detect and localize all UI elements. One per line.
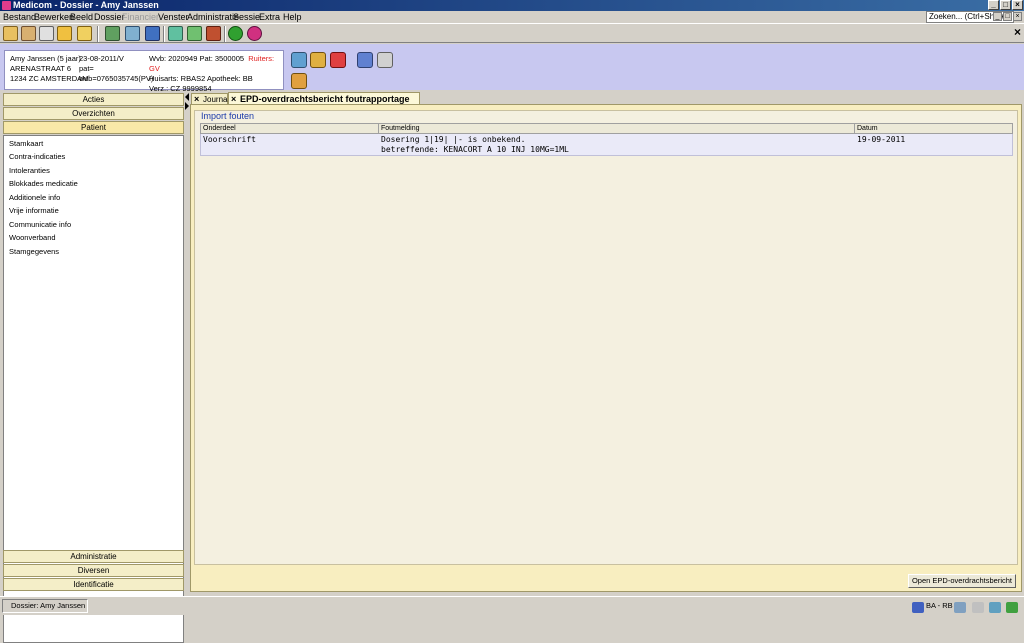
left-navigation: Acties Overzichten Patient Stamkaart Con… [3, 93, 184, 643]
notes-icon[interactable] [291, 73, 307, 89]
table-row[interactable]: Voorschrift Dosering 1|19| |- is onbeken… [200, 134, 1013, 156]
nav-link-communicatie-info[interactable]: Communicatie info [9, 220, 71, 230]
menu-help[interactable]: Help [283, 11, 302, 23]
family-icon[interactable] [310, 52, 326, 68]
minimize-button[interactable]: _ [988, 0, 999, 10]
person-icon[interactable] [377, 52, 393, 68]
toolbar-separator [97, 26, 99, 42]
patient-pat: pat= [79, 64, 94, 73]
user-icon[interactable] [912, 602, 924, 613]
patient-name: Amy Janssen (5 jaar) [10, 54, 81, 63]
column-header-foutmelding[interactable]: Foutmelding [379, 124, 855, 134]
open-dossier-icon[interactable] [3, 26, 18, 41]
content-panel: Import fouten Onderdeel Foutmelding Datu… [190, 104, 1022, 592]
expand-right-icon[interactable] [185, 102, 189, 110]
document-icon[interactable] [39, 26, 54, 41]
toolbar-separator [224, 26, 226, 42]
task-dossier-button[interactable]: Dossier: Amy Janssen [2, 599, 88, 613]
column-header-datum[interactable]: Datum [855, 124, 1013, 134]
tab-label: EPD-overdrachtsbericht foutrapportage [240, 94, 410, 104]
refresh-icon[interactable] [187, 26, 202, 41]
route-icon[interactable] [105, 26, 120, 41]
book-icon[interactable] [21, 26, 36, 41]
nav-link-stamgegevens[interactable]: Stamgegevens [9, 247, 59, 257]
menu-beeld[interactable]: Beeld [70, 11, 93, 23]
title-bar: Medicom - Dossier - Amy Janssen _ □ × [0, 0, 1024, 11]
mdi-close-button[interactable]: × [1013, 12, 1022, 21]
contacts-icon[interactable] [357, 52, 373, 68]
menu-bar: Bestand Bewerken Beeld Dossier Financien… [0, 11, 1024, 23]
nav-link-intoleranties[interactable]: Intoleranties [9, 166, 50, 176]
cell-foutmelding-line: Dosering 1|19| |- is onbekend. [381, 135, 526, 144]
mdi-minimize-button[interactable]: _ [993, 12, 1002, 21]
menu-administratie[interactable]: Administratie [187, 11, 239, 23]
users-icon[interactable] [145, 26, 160, 41]
nav-link-additionele-info[interactable]: Additionele info [9, 193, 60, 203]
nav-link-woonverband[interactable]: Woonverband [9, 233, 56, 243]
nav-bottom-group: Administratie Diversen Identificatie [3, 550, 184, 593]
window-title: Medicom - Dossier - Amy Janssen [13, 0, 159, 10]
column-header-onderdeel[interactable]: Onderdeel [201, 124, 379, 134]
star-icon[interactable] [57, 26, 72, 41]
mdi-restore-button[interactable]: □ [1003, 12, 1012, 21]
import-errors-group: Import fouten Onderdeel Foutmelding Datu… [194, 110, 1018, 565]
collapse-left-icon[interactable] [185, 93, 189, 101]
nav-patient[interactable]: Patient [3, 121, 184, 134]
network-icon[interactable] [954, 602, 966, 613]
nav-acties[interactable]: Acties [3, 93, 184, 106]
patient-city: 1234 ZC AMSTERDAM [10, 74, 89, 83]
nav-link-blokkades-medicatie[interactable]: Blokkades medicatie [9, 179, 78, 189]
menu-financien: Financien [122, 12, 162, 22]
system-tray: BA - RB [912, 599, 1022, 613]
nav-overzichten[interactable]: Overzichten [3, 107, 184, 120]
help-icon[interactable] [228, 26, 243, 41]
nav-link-contra-indicaties[interactable]: Contra-indicaties [9, 152, 65, 162]
close-document-icon[interactable]: × [1014, 26, 1021, 38]
connection-icon[interactable] [125, 26, 140, 41]
menu-bestand[interactable]: Bestand [3, 11, 36, 23]
patient-address: ARENASTRAAT 6 [10, 64, 71, 73]
patient-card: Amy Janssen (5 jaar) ARENASTRAAT 6 1234 … [4, 50, 284, 93]
menu-extra[interactable]: Extra [259, 11, 280, 23]
patient-huisarts: Huisarts: RBAS2 Apotheek: BB [149, 74, 253, 83]
patient-wvb: wvb=0765035745(PV) [79, 74, 154, 83]
nav-identificatie[interactable]: Identificatie [3, 578, 184, 591]
menu-dossier[interactable]: Dossier [94, 11, 125, 23]
nav-administratie[interactable]: Administratie [3, 550, 184, 563]
menu-venster[interactable]: Venster [158, 11, 189, 23]
nav-diversen[interactable]: Diversen [3, 564, 184, 577]
nav-link-vrije-informatie[interactable]: Vrije informatie [9, 206, 59, 216]
pen-icon[interactable] [972, 602, 984, 613]
toolbar-separator [163, 26, 165, 42]
globe-icon[interactable] [168, 26, 183, 41]
medicom-icon[interactable] [247, 26, 262, 41]
table-header: Onderdeel Foutmelding Datum [200, 123, 1013, 134]
cell-datum: 19-09-2011 [857, 135, 906, 144]
close-window-button[interactable]: × [1012, 0, 1023, 10]
allergy-icon[interactable] [330, 52, 346, 68]
group-title: Import fouten [201, 111, 258, 121]
patient-wvb-pat: Wvb: 2020949 Pat: 3500005 [149, 54, 245, 63]
menu-sessie[interactable]: Sessie [233, 11, 260, 23]
status-bar: Dossier: Amy Janssen BA - RB [0, 596, 1024, 615]
app-logo-icon [2, 1, 11, 10]
menu-bewerken[interactable]: Bewerken [34, 11, 74, 23]
cell-onderdeel: Voorschrift [203, 135, 256, 144]
maximize-button[interactable]: □ [1000, 0, 1011, 10]
patient-info-icon[interactable] [291, 52, 307, 68]
check-icon[interactable] [1006, 602, 1018, 613]
current-user: BA - RB [926, 601, 953, 610]
tools-icon[interactable] [206, 26, 221, 41]
patient-date: 23-08-2011/V [79, 54, 124, 63]
cell-foutmelding-line: betreffende: KENACORT A 10 INJ 10MG=1ML [381, 145, 569, 154]
patient-search-icon[interactable] [77, 26, 92, 41]
open-epd-button[interactable]: Open EPD-overdrachtsbericht [908, 574, 1016, 588]
sync-icon[interactable] [989, 602, 1001, 613]
nav-link-stamkaart[interactable]: Stamkaart [9, 139, 43, 149]
main-toolbar [0, 23, 1024, 43]
cell-foutmelding: Dosering 1|19| |- is onbekend. betreffen… [379, 135, 569, 155]
